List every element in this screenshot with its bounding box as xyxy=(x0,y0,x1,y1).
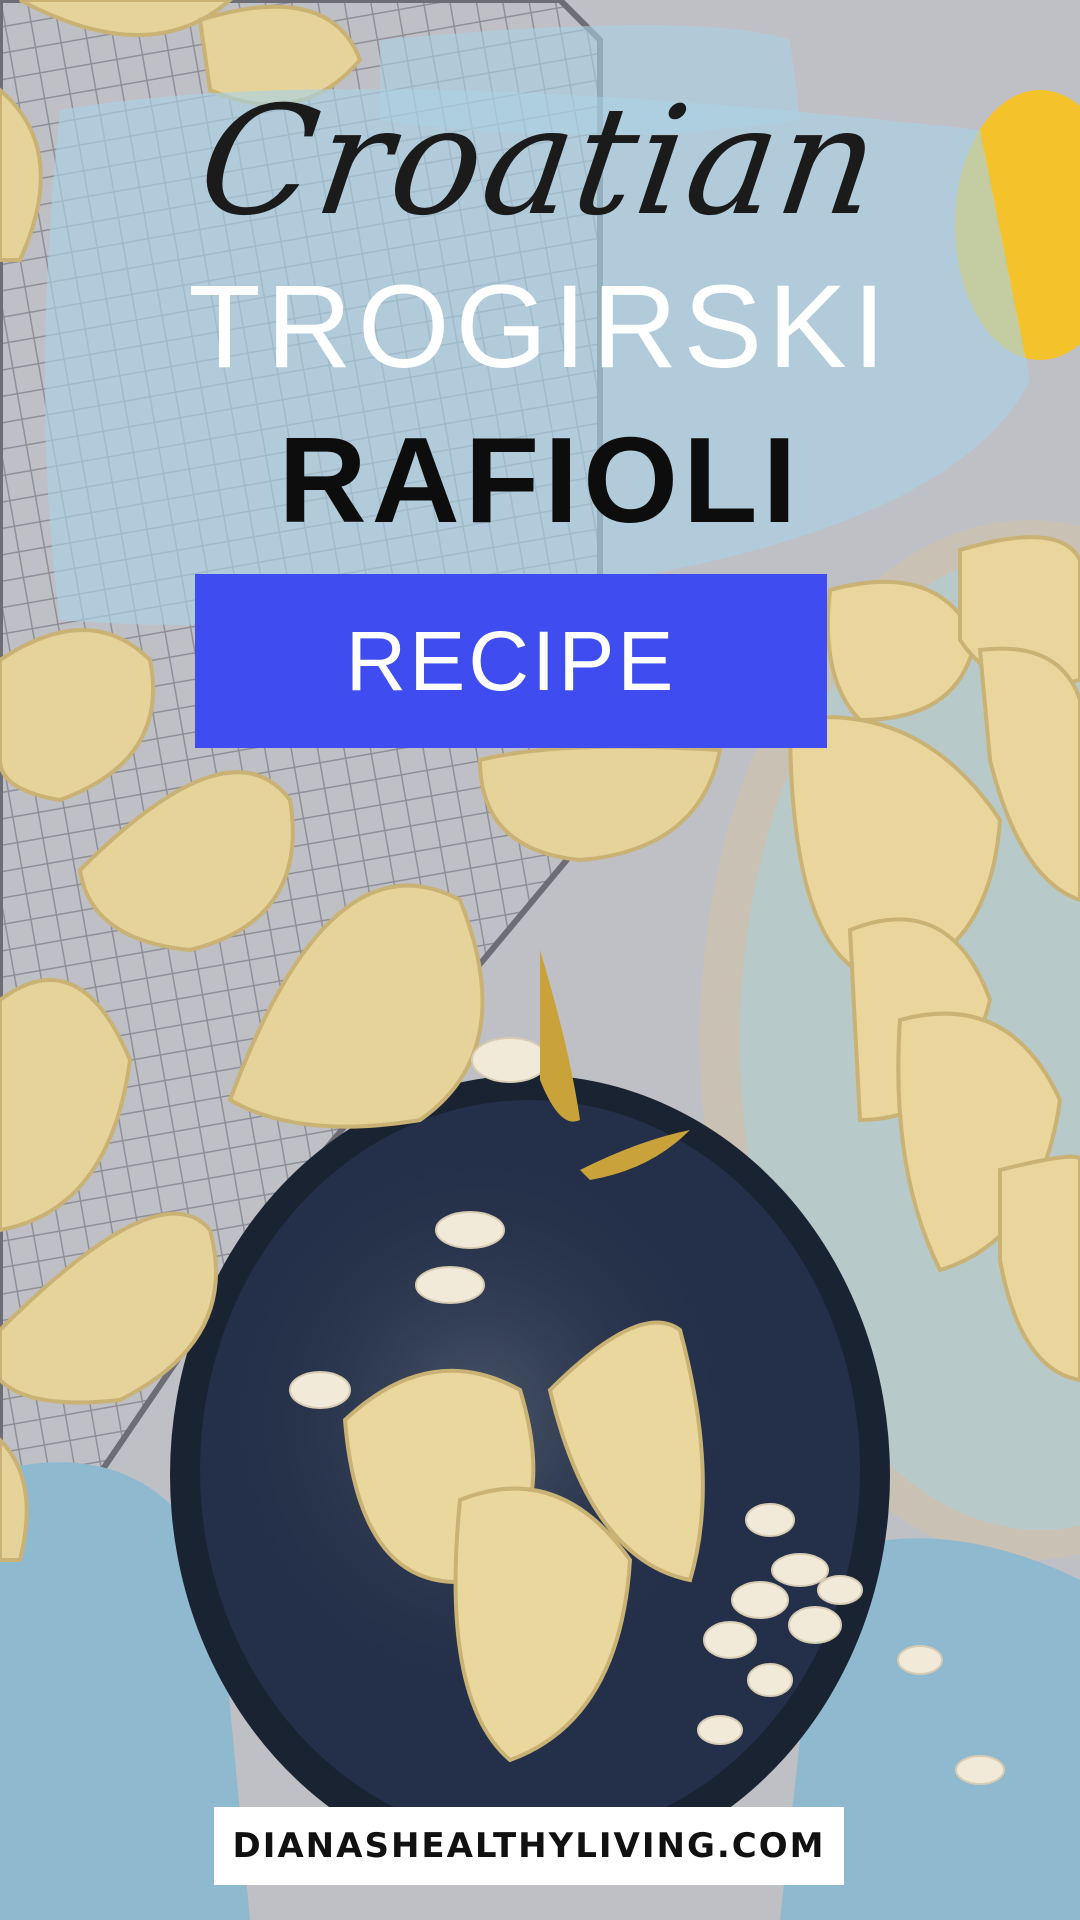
site-url[interactable]: DIANASHEALTHYLIVING.COM xyxy=(233,1826,826,1866)
script-title: Croatian xyxy=(189,75,891,249)
recipe-label: RECIPE xyxy=(345,613,677,708)
title-line-2: RAFIOLI xyxy=(278,412,802,548)
site-badge[interactable]: DIANASHEALTHYLIVING.COM xyxy=(214,1807,844,1885)
title-line-1: TROGIRSKI xyxy=(188,261,892,393)
recipe-badge: RECIPE xyxy=(195,574,827,748)
